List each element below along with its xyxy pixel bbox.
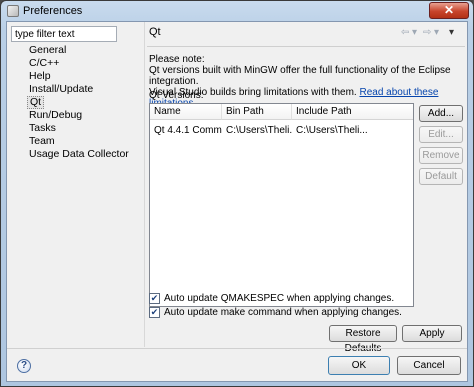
page-navigation: ⇦ ▾ ⇨ ▾ ▾	[401, 27, 461, 39]
tree-item-tasks[interactable]: Tasks	[27, 122, 58, 135]
preference-tree: General C/C++ Help Install/Update Qt Run…	[11, 44, 139, 344]
table-cell-name: Qt 4.4.1 Comm...	[154, 125, 222, 136]
cancel-button[interactable]: Cancel	[397, 356, 461, 375]
forward-arrow-icon[interactable]: ⇨	[423, 27, 431, 38]
remove-button[interactable]: Remove	[419, 147, 463, 164]
note-heading: Please note:	[149, 54, 205, 65]
view-menu-icon[interactable]: ▾	[449, 27, 454, 38]
column-header-include-path[interactable]: Include Path	[292, 104, 413, 120]
header-divider	[147, 46, 465, 47]
auto-update-make-command-label[interactable]: Auto update make command when applying c…	[164, 307, 402, 318]
auto-update-qmakespec-checkbox[interactable]: ✔	[149, 293, 160, 304]
restore-defaults-button[interactable]: Restore Defaults	[329, 325, 397, 354]
tree-item-team[interactable]: Team	[27, 135, 57, 148]
back-menu-chevron-icon[interactable]: ▾	[412, 27, 417, 38]
tree-item-run-debug[interactable]: Run/Debug	[27, 109, 84, 122]
column-header-bin-path[interactable]: Bin Path	[222, 104, 292, 120]
tree-item-help[interactable]: Help	[27, 70, 53, 83]
window-app-icon	[7, 5, 19, 17]
edit-button[interactable]: Edit...	[419, 126, 463, 143]
window-title: Preferences	[23, 5, 83, 17]
tree-item-general[interactable]: General	[27, 44, 68, 57]
filter-input[interactable]	[11, 26, 117, 42]
auto-update-make-command-checkbox[interactable]: ✔	[149, 307, 160, 318]
help-icon[interactable]: ?	[17, 359, 31, 373]
page-title: Qt	[149, 26, 161, 38]
footer-divider	[7, 348, 467, 349]
back-arrow-icon[interactable]: ⇦	[401, 27, 409, 38]
note-body-line: Qt versions built with MinGW offer the f…	[149, 65, 451, 87]
qt-versions-table: Name Bin Path Include Path Qt 4.4.1 Comm…	[149, 103, 414, 307]
close-button[interactable]: ✕	[429, 2, 469, 19]
pane-splitter[interactable]	[144, 22, 145, 347]
forward-menu-chevron-icon[interactable]: ▾	[434, 27, 439, 38]
column-header-name[interactable]: Name	[150, 104, 222, 120]
auto-update-qmakespec-label[interactable]: Auto update QMAKESPEC when applying chan…	[164, 293, 394, 304]
tree-item-install-update[interactable]: Install/Update	[27, 83, 95, 96]
add-button[interactable]: Add...	[419, 105, 463, 122]
table-cell-bin-path: C:\Users\Theli...	[226, 125, 292, 136]
ok-button[interactable]: OK	[328, 356, 390, 375]
tree-item-qt[interactable]: Qt	[27, 96, 45, 109]
default-button[interactable]: Default	[419, 168, 463, 185]
apply-button[interactable]: Apply	[402, 325, 462, 342]
dialog-client-area: General C/C++ Help Install/Update Qt Run…	[6, 21, 468, 382]
tree-item-usage-data-collector[interactable]: Usage Data Collector	[27, 148, 131, 161]
title-bar[interactable]: Preferences ✕	[1, 1, 473, 21]
tree-item-c-cpp[interactable]: C/C++	[27, 57, 61, 70]
table-cell-include-path: C:\Users\Theli...	[296, 125, 368, 136]
qt-versions-label: Qt Versions:	[149, 90, 204, 101]
preferences-window: Preferences ✕ General C/C++ Help Install…	[0, 0, 474, 387]
